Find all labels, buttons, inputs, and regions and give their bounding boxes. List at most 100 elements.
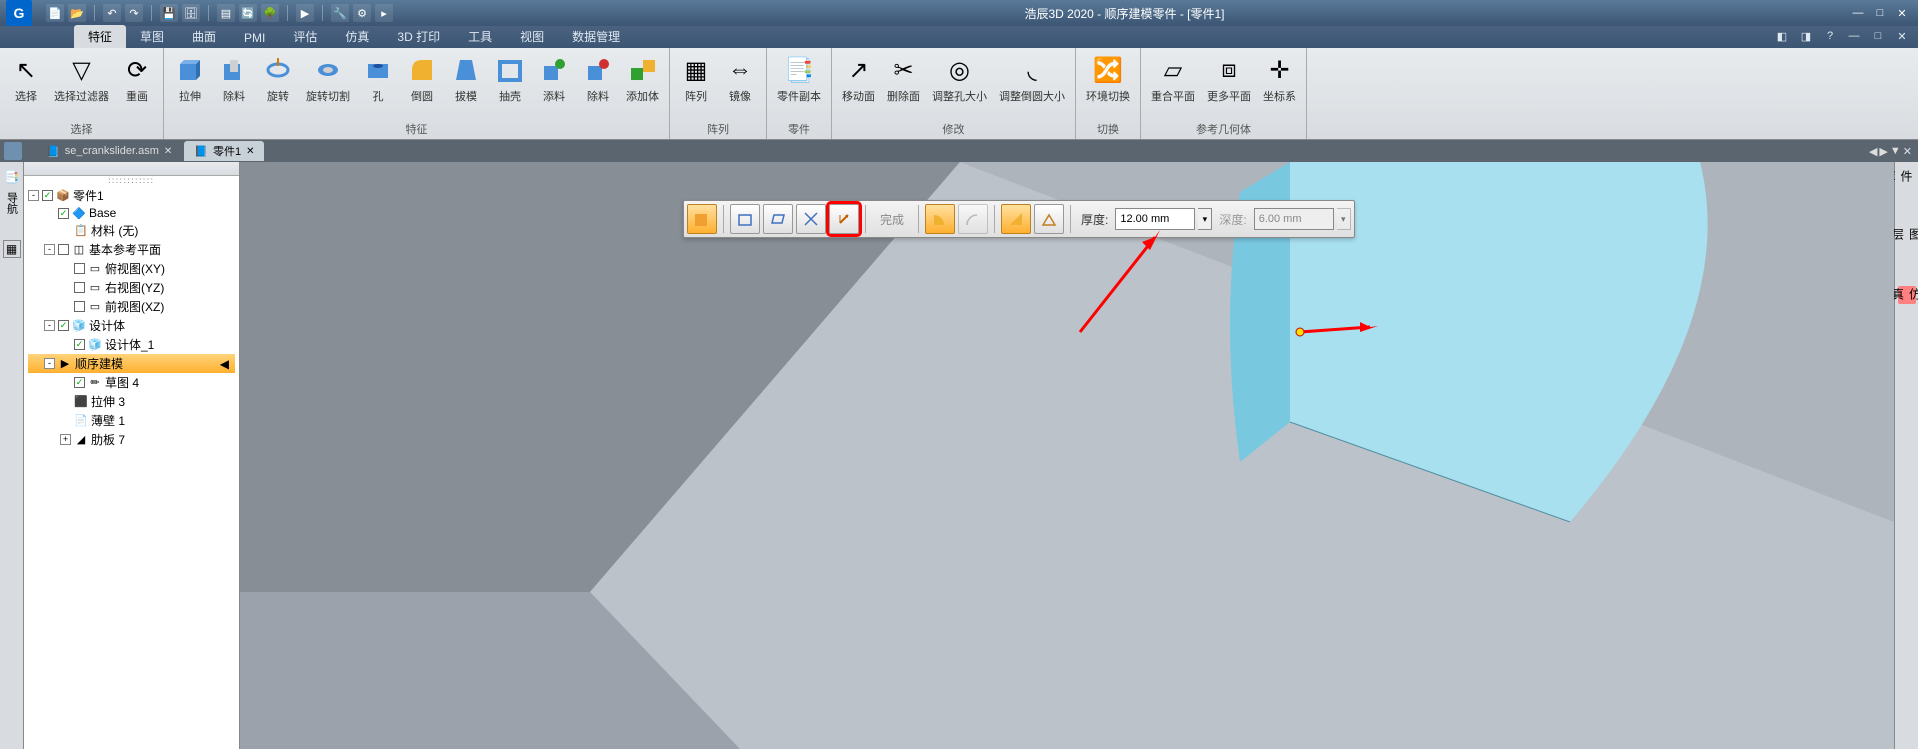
tab-simulate[interactable]: 仿真	[331, 25, 383, 48]
tree-toggle-icon[interactable]: -	[44, 244, 55, 255]
tree-row[interactable]: -✓📦零件1	[28, 186, 235, 205]
tab-3dprint[interactable]: 3D 打印	[383, 25, 454, 48]
draft-button[interactable]: 拔模	[446, 52, 486, 106]
select-filter-button[interactable]: ▽选择过滤器	[50, 52, 113, 106]
tree-row[interactable]: ✓🧊设计体_1	[28, 335, 235, 354]
tree-checkbox[interactable]: ✓	[58, 320, 69, 331]
prev-icon[interactable]: ◀	[1869, 145, 1877, 158]
sim-tab[interactable]: 仿真	[1898, 286, 1916, 304]
qat-open-icon[interactable]: 📂	[68, 4, 86, 22]
qat-tool1-icon[interactable]: 🔧	[331, 4, 349, 22]
redraw-button[interactable]: ⟳重画	[117, 52, 157, 106]
tab-tools[interactable]: 工具	[454, 25, 506, 48]
thickness-dropdown-icon[interactable]: ▾	[1198, 208, 1212, 230]
app-logo[interactable]: G	[6, 0, 32, 26]
tree-row[interactable]: -✓🧊设计体	[28, 316, 235, 335]
fillet-button[interactable]: 倒圆	[402, 52, 442, 106]
cmd-preview-button[interactable]	[687, 204, 717, 234]
cmd-angle1-button[interactable]	[925, 204, 955, 234]
next-icon[interactable]: ▶	[1879, 145, 1887, 158]
tab-datamgmt[interactable]: 数据管理	[558, 25, 634, 48]
tree-row[interactable]: +◢肋板 7	[28, 430, 235, 449]
cmd-angle3-button[interactable]	[1001, 204, 1031, 234]
move-face-button[interactable]: ↗移动面	[838, 52, 879, 106]
coincident-plane-button[interactable]: ▱重合平面	[1147, 52, 1199, 106]
qat-saveall-icon[interactable]: 🗄	[182, 4, 200, 22]
close-all-icon[interactable]: ✕	[1903, 145, 1912, 158]
nav-tab-icon[interactable]: 📑	[3, 168, 21, 186]
tree-row[interactable]: ✓✏草图 4	[28, 373, 235, 392]
tree-row[interactable]: ⬛拉伸 3	[28, 392, 235, 411]
qat-arrow-icon[interactable]: ▸	[375, 4, 393, 22]
qat-list-icon[interactable]: ▤	[217, 4, 235, 22]
tree-grip[interactable]: ∷∷∷∷∷∷	[24, 176, 239, 184]
nav-tab-label[interactable]: 导航	[3, 192, 21, 214]
tab-evaluate[interactable]: 评估	[279, 25, 331, 48]
more-planes-button[interactable]: ⧈更多平面	[1203, 52, 1255, 106]
add-material-button[interactable]: 添料	[534, 52, 574, 106]
doc-tab-crankslider[interactable]: 📘 se_crankslider.asm ✕	[36, 141, 182, 161]
cmd-step-axis-button[interactable]	[796, 204, 826, 234]
doc-close-button[interactable]: ✕	[1892, 28, 1912, 44]
cmd-angle4-button[interactable]	[1034, 204, 1064, 234]
3d-viewport[interactable]: 完成 厚度: ▾ 深度: ▾	[240, 162, 1894, 749]
tree-row[interactable]: 📄薄壁 1	[28, 411, 235, 430]
qat-refresh-icon[interactable]: 🔄	[239, 4, 257, 22]
tree-row[interactable]: ▭右视图(YZ)	[28, 278, 235, 297]
tab-view[interactable]: 视图	[506, 25, 558, 48]
part-copy-button[interactable]: 📑零件副本	[773, 52, 825, 106]
ribbon-opt2-icon[interactable]: ◨	[1796, 28, 1816, 44]
thickness-input[interactable]	[1115, 208, 1195, 230]
extrude-button[interactable]: 拉伸	[170, 52, 210, 106]
doc-tabs-menu-icon[interactable]	[4, 142, 22, 160]
tree-toggle-icon[interactable]: -	[28, 190, 39, 201]
minimize-button[interactable]: —	[1848, 5, 1868, 21]
tree-row[interactable]: ▭俯视图(XY)	[28, 259, 235, 278]
cmd-step-sketch-button[interactable]	[763, 204, 793, 234]
resize-fillet-button[interactable]: ◟调整倒圆大小	[995, 52, 1069, 106]
feature-tree[interactable]: -✓📦零件1✓🔷Base📋材料 (无)-◫基本参考平面▭俯视图(XY)▭右视图(…	[24, 184, 239, 451]
tree-checkbox[interactable]	[58, 244, 69, 255]
mirror-button[interactable]: ⇔镜像	[720, 52, 760, 106]
tree-checkbox[interactable]: ✓	[58, 208, 69, 219]
qat-new-icon[interactable]: 📄	[46, 4, 64, 22]
parts-lib-tab[interactable]: 零件库	[1898, 170, 1916, 188]
doc-minimize-button[interactable]: —	[1844, 28, 1864, 44]
resize-hole-button[interactable]: ◎调整孔大小	[928, 52, 991, 106]
dropdown-icon[interactable]: ▼	[1890, 145, 1901, 158]
layers-tab-icon[interactable]: ▦	[3, 240, 21, 258]
remove-material-button[interactable]: 除料	[578, 52, 618, 106]
cmd-step-direction-button[interactable]	[829, 204, 859, 234]
tree-row[interactable]: 📋材料 (无)	[28, 221, 235, 240]
csys-button[interactable]: ✛坐标系	[1259, 52, 1300, 106]
tree-toggle-icon[interactable]: +	[60, 434, 71, 445]
qat-tree-icon[interactable]: 🌳	[261, 4, 279, 22]
tab-sketch[interactable]: 草图	[126, 25, 178, 48]
qat-undo-icon[interactable]: ↶	[103, 4, 121, 22]
shell-button[interactable]: 抽壳	[490, 52, 530, 106]
doc-restore-button[interactable]: □	[1868, 28, 1888, 44]
tree-row[interactable]: -▶顺序建模◀	[28, 354, 235, 373]
ribbon-help-icon[interactable]: ?	[1820, 28, 1840, 44]
cmd-step-plane-button[interactable]	[730, 204, 760, 234]
pattern-button[interactable]: ▦阵列	[676, 52, 716, 106]
tree-checkbox[interactable]	[74, 301, 85, 312]
tree-row[interactable]: ▭前视图(XZ)	[28, 297, 235, 316]
tree-checkbox[interactable]: ✓	[42, 190, 53, 201]
ribbon-opt1-icon[interactable]: ◧	[1772, 28, 1792, 44]
add-body-button[interactable]: 添加体	[622, 52, 663, 106]
close-button[interactable]: ✕	[1892, 5, 1912, 21]
tree-checkbox[interactable]	[74, 263, 85, 274]
revolve-button[interactable]: 旋转	[258, 52, 298, 106]
tab-pmi[interactable]: PMI	[230, 28, 279, 48]
cut-button[interactable]: 除料	[214, 52, 254, 106]
tree-checkbox[interactable]: ✓	[74, 377, 85, 388]
select-button[interactable]: ↖选择	[6, 52, 46, 106]
tab-surface[interactable]: 曲面	[178, 25, 230, 48]
delete-face-button[interactable]: ✂删除面	[883, 52, 924, 106]
tree-row[interactable]: ✓🔷Base	[28, 205, 235, 221]
close-icon[interactable]: ✕	[164, 146, 172, 157]
hole-button[interactable]: 孔	[358, 52, 398, 106]
qat-redo-icon[interactable]: ↷	[125, 4, 143, 22]
doc-tab-part1[interactable]: 📘 零件1 ✕	[184, 141, 264, 161]
